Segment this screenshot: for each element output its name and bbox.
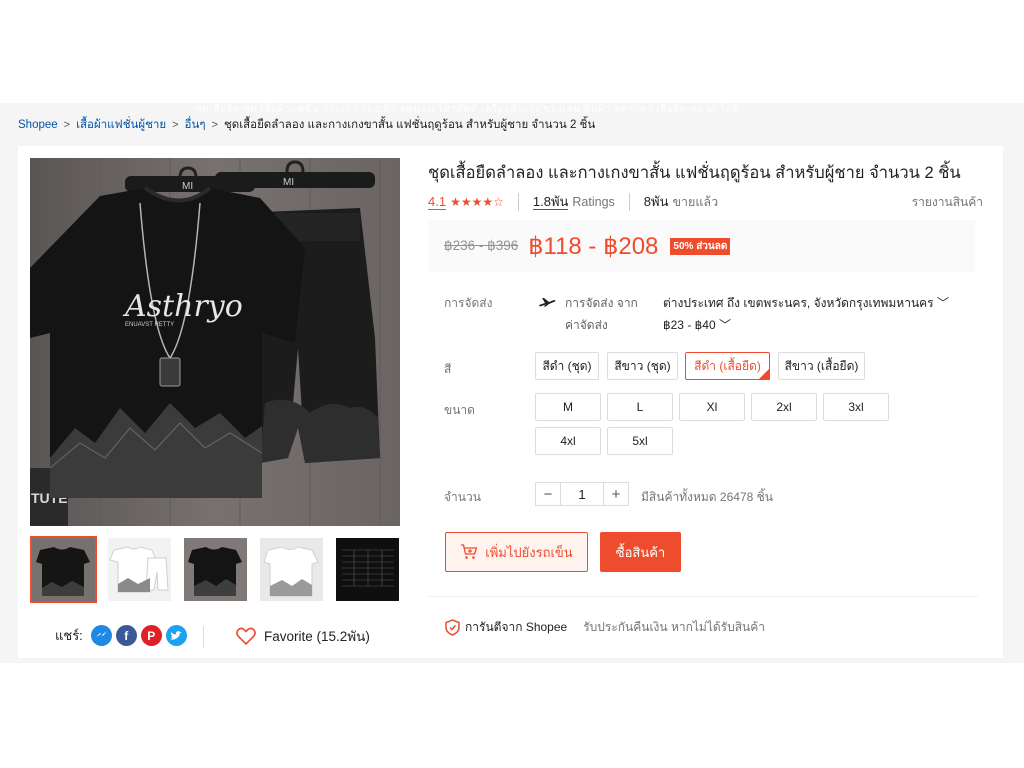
shipping-destination[interactable]: ต่างประเทศ ถึง เขตพระนคร, จังหวัดกรุงเทพ… (663, 294, 949, 313)
shipping-from-label: การจัดส่ง จาก (565, 296, 638, 310)
hanger-logo-text: MI (182, 181, 193, 192)
breadcrumb-category[interactable]: เสื้อผ้าแฟชั่นผู้ชาย (76, 116, 166, 134)
thumbnail-size-chart[interactable] (334, 536, 401, 603)
breadcrumb: Shopee > เสื้อผ้าแฟชั่นผู้ชาย > อื่นๆ > … (18, 116, 595, 134)
quantity-stepper: − 1 + (535, 482, 629, 506)
sold-count: 8พัน (643, 194, 669, 209)
rating-value[interactable]: 4.1 (428, 194, 447, 210)
quantity-increase-button[interactable]: + (604, 483, 628, 505)
product-main-image[interactable]: TUTE MI MI Asthryo ENUAVST RETTY (30, 158, 400, 526)
size-label: ขนาด (444, 403, 475, 417)
guarantee-title: การันตีจาก Shopee (465, 620, 568, 634)
original-price: ฿236 - ฿396 (444, 238, 519, 253)
stats-divider (628, 193, 630, 211)
thumbnail-image (336, 538, 399, 601)
messenger-icon[interactable] (90, 625, 112, 646)
ratings-count[interactable]: 1.8พัน (532, 194, 569, 210)
sold-label: ขายแล้ว (672, 195, 719, 209)
thumbnail-image (260, 538, 323, 601)
thumbnail-white-set[interactable] (106, 536, 173, 603)
tshirt-print-text: Asthryo (122, 289, 243, 324)
thumbnail-black-set[interactable] (30, 536, 97, 603)
breadcrumb-separator: > (63, 119, 71, 131)
thumbnail-image (108, 538, 171, 601)
size-option-5xl[interactable]: 5xl (607, 427, 673, 455)
shipping-fee[interactable]: ฿23 - ฿40 ﹀ (663, 316, 731, 333)
quantity-decrease-button[interactable]: − (536, 483, 560, 505)
quantity-input[interactable]: 1 (560, 483, 604, 505)
thumbnail-strip (30, 536, 402, 604)
shipping-fee-text: ฿23 - ฿40 (663, 318, 716, 332)
breadcrumb-subcategory[interactable]: อื่นๆ (185, 116, 206, 134)
hanger-logo-text: MI (283, 177, 294, 188)
size-option-2xl[interactable]: 2xl (751, 393, 817, 421)
discount-badge: 50% ส่วนลด (670, 237, 731, 255)
shield-icon (445, 619, 460, 636)
header-search-suggestions: ชุดเสื้อยืด ชุด เสื้อผ้าแฟชั่น กระเป๋า ร… (195, 104, 740, 114)
airplane-shipping-icon (539, 298, 556, 307)
stats-divider (517, 193, 519, 211)
section-divider (428, 596, 978, 597)
color-option-white-set[interactable]: สีขาว (ชุด) (607, 352, 678, 380)
ratings-label: Ratings (572, 195, 615, 209)
thumbnail-black-tshirt[interactable] (182, 536, 249, 603)
chevron-down-icon: ﹀ (718, 318, 731, 332)
size-option-xl[interactable]: Xl (679, 393, 745, 421)
shipping-destination-text: ต่างประเทศ ถึง เขตพระนคร, จังหวัดกรุงเทพ… (663, 296, 934, 310)
twitter-icon[interactable] (165, 625, 187, 646)
shopee-guarantee[interactable]: การันตีจาก Shopee รับประกันคืนเงิน หากไม… (445, 618, 765, 637)
breadcrumb-current: ชุดเสื้อยืดลำลอง และกางเกงขาสั้น แฟชั่นฤ… (223, 119, 596, 131)
size-option-m[interactable]: M (535, 393, 601, 421)
size-option-4xl[interactable]: 4xl (535, 427, 601, 455)
product-stats: 4.1 ★★★★☆ 1.8พัน Ratings 8พัน ขายแล้ว รา… (428, 192, 983, 212)
color-option-white-tshirt[interactable]: สีขาว (เสื้อยืด) (778, 352, 865, 380)
color-label: สี (444, 362, 452, 376)
breadcrumb-separator: > (172, 119, 179, 131)
share-divider (203, 626, 204, 648)
buy-now-button[interactable]: ซื้อสินค้า (600, 532, 681, 572)
report-product-link[interactable]: รายงานสินค้า (912, 193, 983, 212)
thumbnail-image (184, 538, 247, 601)
product-card: TUTE MI MI Asthryo ENUAVST RETTY แชร์: f… (18, 146, 1003, 658)
tshirt-print-subtext: ENUAVST RETTY (125, 322, 174, 328)
quantity-label: จำนวน (444, 490, 481, 504)
selected-tick-icon (758, 368, 770, 380)
color-option-label: สีดำ (เสื้อยืด) (694, 358, 761, 373)
facebook-icon[interactable]: f (115, 625, 137, 646)
stock-available: มีสินค้าทั้งหมด 26478 ชิ้น (641, 490, 773, 504)
pinterest-icon[interactable]: P (140, 625, 162, 646)
price-box: ฿236 - ฿396 ฿118 - ฿208 50% ส่วนลด (428, 220, 975, 272)
cart-icon (461, 544, 478, 559)
size-option-l[interactable]: L (607, 393, 673, 421)
add-to-cart-label: เพิ่มไปยังรถเข็น (485, 544, 573, 560)
thumbnail-image (32, 538, 95, 601)
favorite-label: Favorite (15.2พัน) (264, 629, 370, 644)
color-option-black-set[interactable]: สีดำ (ชุด) (535, 352, 599, 380)
product-title: ชุดเสื้อยืดลำลอง และกางเกงขาสั้น แฟชั่นฤ… (428, 164, 961, 182)
guarantee-description: รับประกันคืนเงิน หากไม่ได้รับสินค้า (583, 620, 765, 634)
rating-stars-icon: ★★★★☆ (450, 195, 504, 209)
size-option-3xl[interactable]: 3xl (823, 393, 889, 421)
share-row: แชร์: f P (55, 625, 187, 646)
thumbnail-white-tshirt[interactable] (258, 536, 325, 603)
add-to-cart-button[interactable]: เพิ่มไปยังรถเข็น (445, 532, 588, 572)
shipping-label: การจัดส่ง (444, 296, 493, 310)
shipping-fee-label: ค่าจัดส่ง (565, 318, 608, 332)
share-label: แชร์: (55, 628, 83, 643)
sale-price: ฿118 - ฿208 (528, 232, 659, 260)
chevron-down-icon: ﹀ (936, 296, 949, 310)
heart-icon (236, 627, 256, 645)
breadcrumb-shopee[interactable]: Shopee (18, 119, 58, 131)
color-option-black-tshirt[interactable]: สีดำ (เสื้อยืด) (685, 352, 770, 380)
favorite-button[interactable]: Favorite (15.2พัน) (236, 625, 370, 647)
product-photo: TUTE MI MI Asthryo ENUAVST RETTY (30, 158, 400, 526)
breadcrumb-separator: > (211, 119, 218, 131)
